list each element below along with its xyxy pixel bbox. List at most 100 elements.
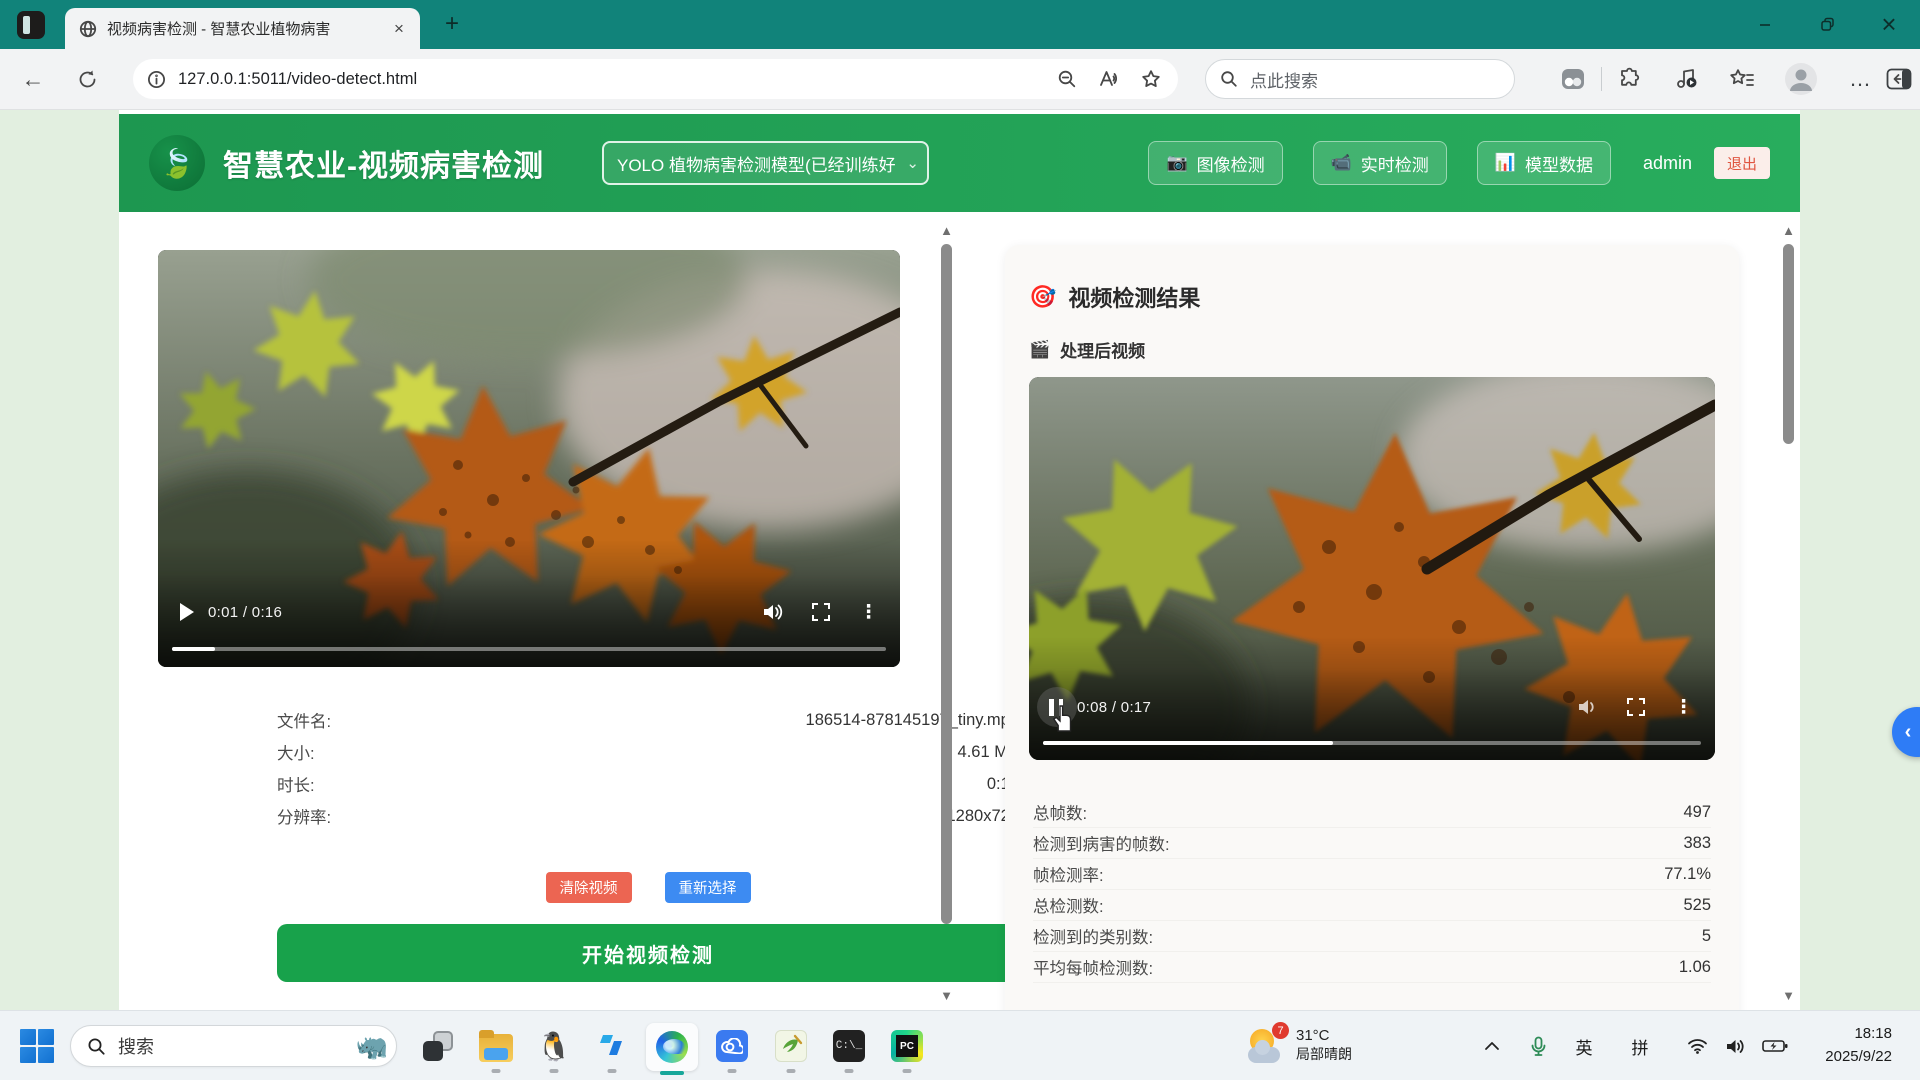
edge-browser-button[interactable] [646, 1023, 698, 1071]
taskbar-search[interactable]: 搜索 🦏 [70, 1025, 397, 1067]
scroll-up-icon[interactable]: ▲ [1782, 224, 1795, 237]
scrollbar-thumb[interactable] [941, 244, 952, 924]
browser-essentials-icon[interactable] [1558, 64, 1588, 94]
nav-model-data-button[interactable]: 📊 模型数据 [1477, 141, 1611, 185]
left-panel-scrollbar[interactable]: ▲ ▼ [938, 220, 955, 1010]
video-progress-bar[interactable] [172, 647, 886, 651]
fullscreen-icon[interactable] [804, 597, 838, 627]
site-info-icon[interactable] [147, 70, 166, 89]
sidebar-toggle-icon[interactable] [1884, 64, 1914, 94]
speaker-icon[interactable] [1720, 1033, 1750, 1059]
video-menu-icon[interactable]: ⋮ [852, 597, 886, 627]
sidebar-collapse-handle[interactable]: ‹ [1892, 707, 1920, 757]
toolbar-separator [1601, 67, 1602, 91]
reselect-button[interactable]: 重新选择 [665, 872, 751, 903]
restore-button[interactable] [1796, 0, 1858, 49]
search-icon [1220, 70, 1238, 88]
favorites-hub-icon[interactable] [1727, 64, 1757, 94]
video-time: 0:01 / 0:16 [208, 604, 282, 621]
taskbar-clock[interactable]: 18:18 2025/9/22 [1825, 1023, 1892, 1068]
taskbar-search-placeholder: 搜索 [118, 1033, 356, 1059]
camera-icon: 📷 [1166, 153, 1187, 173]
tab-actions-icon[interactable] [17, 11, 45, 39]
profile-avatar[interactable] [1785, 63, 1817, 95]
globe-icon [79, 20, 97, 38]
chevron-left-icon: ‹ [1905, 721, 1912, 744]
qq-button[interactable]: 🐧 [528, 1025, 580, 1067]
task-view-button[interactable] [412, 1025, 464, 1067]
toolbar-search-box[interactable]: 点此搜索 [1205, 59, 1515, 99]
zoom-out-icon[interactable] [1054, 66, 1080, 92]
battery-icon[interactable] [1758, 1033, 1792, 1059]
logout-button[interactable]: 退出 [1714, 147, 1770, 179]
browser-tab[interactable]: 视频病害检测 - 智慧农业植物病害 × [65, 8, 420, 49]
tab-title: 视频病害检测 - 智慧农业植物病害 [107, 18, 388, 39]
scrollbar-thumb[interactable] [1783, 244, 1794, 444]
extensions-icon[interactable] [1615, 64, 1645, 94]
chameleon-icon [775, 1030, 807, 1062]
video-progress-fill [172, 647, 215, 651]
back-button[interactable]: ← [18, 64, 48, 94]
page-scrollbar[interactable]: ▲ ▼ [1780, 220, 1797, 1010]
read-aloud-icon[interactable] [1096, 66, 1122, 92]
volume-icon[interactable] [756, 597, 790, 627]
pause-button[interactable] [1049, 699, 1063, 716]
scroll-down-icon[interactable]: ▼ [940, 989, 953, 1002]
wifi-icon[interactable] [1682, 1033, 1712, 1059]
browser-toolbar: ← 127.0.0.1:5011/video-detect.html 点此搜索 [0, 49, 1920, 110]
new-tab-button[interactable]: + [440, 13, 464, 37]
stat-row: 检测到的类别数:5 [1033, 921, 1711, 952]
app-header: 🍃 智慧农业-视频病害检测 YOLO 植物病害检测模型(已经训练好 ⌄ 📷 图像… [119, 114, 1800, 212]
stat-row: 总检测数:525 [1033, 890, 1711, 921]
favorite-star-icon[interactable] [1138, 66, 1164, 92]
netdisk-button[interactable] [706, 1025, 758, 1067]
source-video-player[interactable]: 0:01 / 0:16 ⋮ [158, 250, 900, 667]
video-menu-icon[interactable]: ⋮ [1667, 692, 1701, 722]
microphone-icon[interactable] [1524, 1033, 1552, 1059]
cloud-icon [716, 1030, 748, 1062]
pycharm-button[interactable]: PC [881, 1025, 933, 1067]
media-hub-icon[interactable] [1671, 64, 1701, 94]
pycharm-icon: PC [891, 1030, 923, 1062]
file-info-row: 文件名:186514-878145197_tiny.mp4 [277, 704, 1019, 736]
tab-close-icon[interactable]: × [388, 18, 410, 40]
taskbar-weather[interactable]: 7 31°C 局部晴朗 [1247, 1025, 1352, 1065]
scroll-down-icon[interactable]: ▼ [1782, 989, 1795, 1002]
address-bar[interactable]: 127.0.0.1:5011/video-detect.html [133, 59, 1178, 99]
file-info-row: 分辨率:1280x720 [277, 800, 1019, 832]
weather-condition: 局部晴朗 [1296, 1046, 1352, 1064]
detection-stats: 总帧数:497 检测到病害的帧数:383 帧检测率:77.1% 总检测数:525… [1033, 797, 1711, 983]
nav-realtime-detect-button[interactable]: 📹 实时检测 [1313, 141, 1447, 185]
scroll-up-icon[interactable]: ▲ [940, 224, 953, 237]
play-button[interactable] [180, 603, 194, 621]
start-detect-button[interactable]: 开始视频检测 [277, 924, 1019, 982]
stat-row: 总帧数:497 [1033, 797, 1711, 828]
tim-button[interactable] [586, 1025, 638, 1067]
rhino-image: 🦏 [356, 1031, 388, 1062]
start-button[interactable] [20, 1029, 54, 1063]
model-select-dropdown[interactable]: YOLO 植物病害检测模型(已经训练好 ⌄ [602, 141, 929, 185]
volume-icon[interactable] [1571, 692, 1605, 722]
minimize-button[interactable] [1734, 0, 1796, 49]
notepadpp-button[interactable] [765, 1025, 817, 1067]
clock-time: 18:18 [1825, 1023, 1892, 1046]
page-background: 🍃 智慧农业-视频病害检测 YOLO 植物病害检测模型(已经训练好 ⌄ 📷 图像… [0, 110, 1920, 1010]
terminal-button[interactable]: C:\_ [823, 1025, 875, 1067]
ime-pinyin-indicator[interactable]: 拼 [1626, 1033, 1654, 1059]
clapper-icon: 🎬 [1029, 340, 1050, 360]
target-icon: 🎯 [1029, 284, 1056, 310]
clear-video-button[interactable]: 清除视频 [546, 872, 632, 903]
ime-english-indicator[interactable]: 英 [1570, 1033, 1598, 1059]
taskbar: 搜索 🦏 🐧 C:\_ [0, 1010, 1920, 1080]
close-window-button[interactable]: × [1858, 0, 1920, 49]
video-progress-bar[interactable] [1043, 741, 1701, 745]
nav-image-detect-button[interactable]: 📷 图像检测 [1148, 141, 1282, 185]
fullscreen-icon[interactable] [1619, 692, 1653, 722]
tray-chevron-up-icon[interactable] [1478, 1033, 1506, 1059]
settings-more-icon[interactable]: … [1845, 64, 1875, 94]
refresh-button[interactable] [72, 64, 102, 94]
terminal-icon: C:\_ [833, 1030, 865, 1062]
result-video-player[interactable]: 0:08 / 0:17 ⋮ [1029, 377, 1715, 760]
url-text[interactable]: 127.0.0.1:5011/video-detect.html [178, 70, 1038, 89]
file-explorer-button[interactable] [470, 1025, 522, 1067]
